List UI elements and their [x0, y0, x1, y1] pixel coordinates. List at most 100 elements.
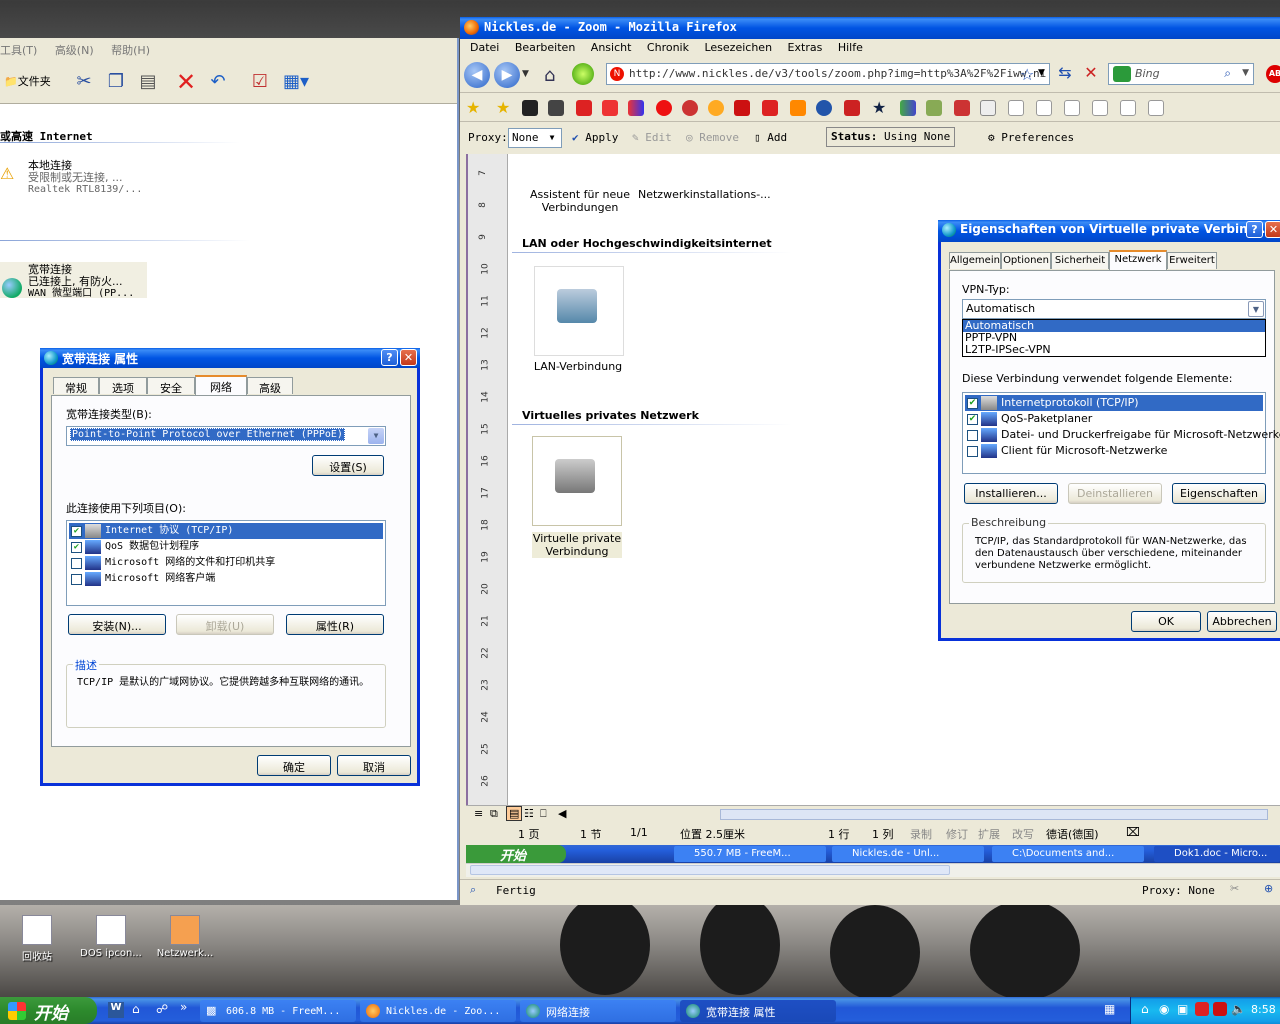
checkbox[interactable] — [71, 558, 82, 569]
folders-button[interactable]: 📁文件夹 — [0, 70, 60, 94]
url-input[interactable]: N http://www.nickles.de/v3/tools/zoom.ph… — [606, 63, 1050, 85]
dropdown-option[interactable]: L2TP-IPSec-VPN — [963, 344, 1265, 356]
status-rec[interactable]: 录制 — [910, 826, 932, 842]
bookmark-icon[interactable] — [628, 100, 644, 116]
go-icon[interactable]: ⇆ — [1054, 63, 1076, 85]
ok-button[interactable]: 确定 — [257, 755, 331, 776]
tab-netzwerk[interactable]: Netzwerk — [1109, 250, 1167, 270]
bookmark-icon[interactable] — [708, 100, 724, 116]
tray-icon[interactable]: ▣ — [1177, 1002, 1188, 1016]
outline-view-icon[interactable]: ☷ — [524, 807, 534, 820]
adobe-icon[interactable] — [1213, 1002, 1227, 1016]
start-button[interactable]: 开始 — [0, 997, 97, 1024]
word-quicklaunch-icon[interactable]: W — [108, 1002, 124, 1018]
menu-ansicht[interactable]: Ansicht — [591, 41, 632, 54]
home-icon[interactable]: ⌂ — [544, 65, 555, 86]
quicklaunch-more-icon[interactable]: » — [180, 1000, 187, 1014]
proxy-select[interactable]: None ▼ — [508, 128, 562, 148]
clock[interactable]: 8:58 — [1251, 1003, 1276, 1016]
bookmark-icon[interactable]: ★ — [872, 100, 888, 116]
close-icon[interactable]: ✕ — [1265, 221, 1280, 238]
scroll-thumb[interactable] — [470, 865, 950, 875]
copy-icon[interactable]: ❐ — [104, 70, 128, 94]
bookmark-icon[interactable] — [576, 100, 592, 116]
network-quicklaunch-icon[interactable]: ⌂ — [132, 1002, 148, 1018]
ok-button[interactable]: OK — [1131, 611, 1201, 632]
print-view-icon[interactable]: ▤ — [506, 806, 523, 821]
install-button[interactable]: Installieren... — [964, 483, 1058, 504]
bookmarks-star-icon[interactable]: ★ — [466, 100, 482, 116]
checkbox[interactable]: ✔ — [71, 542, 82, 553]
status-trk[interactable]: 修订 — [946, 826, 968, 842]
task-freemem[interactable]: ▩ 606.8 MB - FreeM... — [200, 1000, 356, 1022]
checkbox[interactable]: ✔ — [967, 398, 978, 409]
list-item[interactable]: ✔ Internet 协议 (TCP/IP) — [69, 523, 383, 539]
history-dropdown-icon[interactable]: ▼ — [522, 69, 529, 79]
views-icon[interactable]: ▦▾ — [280, 70, 312, 94]
checkbox[interactable] — [71, 574, 82, 585]
menu-bearbeiten[interactable]: Bearbeiten — [515, 41, 575, 54]
scroll-left-icon[interactable]: ◀ — [558, 807, 566, 820]
page-icon[interactable] — [1036, 100, 1052, 116]
menu-extras[interactable]: Extras — [788, 41, 823, 54]
wizard-caption[interactable]: Assistent für neue Verbindungen — [530, 188, 630, 214]
settings-button[interactable]: 设置(S) — [312, 455, 384, 476]
tab-general[interactable]: 常规 — [53, 377, 99, 395]
list-item[interactable]: Client für Microsoft-Netzwerke — [965, 443, 1263, 459]
close-icon[interactable]: ✕ — [400, 349, 417, 366]
install-button[interactable]: 安装(N)... — [68, 614, 166, 635]
bookmark-icon[interactable] — [790, 100, 806, 116]
zoom-icon[interactable]: ⊕ — [1264, 882, 1273, 895]
search-engine-dropdown-icon[interactable]: ▼ — [1242, 68, 1249, 78]
tab-allgemein[interactable]: Allgemein — [949, 252, 1001, 269]
bookmark-icon[interactable] — [954, 100, 970, 116]
menu-help[interactable]: 帮助(H) — [111, 44, 150, 57]
connection-type-select[interactable]: Point-to-Point Protocol over Ethernet (P… — [66, 426, 386, 446]
network-tray-icon[interactable]: ⌂ — [1141, 1002, 1149, 1016]
cancel-button[interactable]: 取消 — [337, 755, 411, 776]
lan-caption[interactable]: LAN-Verbindung — [528, 360, 628, 373]
desktop-icon-dos-doc[interactable]: DOS ipcon... — [78, 915, 144, 959]
list-item[interactable]: ✔ QoS 数据包计划程序 — [69, 539, 383, 555]
tab-optionen[interactable]: Optionen — [1001, 252, 1051, 269]
keyboard-icon[interactable]: ▦ — [1104, 1002, 1115, 1016]
stop-icon[interactable]: ✕ — [1080, 63, 1102, 85]
bookmark-icon[interactable] — [980, 100, 996, 116]
list-item[interactable]: Microsoft 网络客户端 — [69, 571, 383, 587]
spelling-icon[interactable]: ⌧ — [1126, 825, 1140, 839]
menu-advanced[interactable]: 高级(N) — [55, 44, 94, 57]
bookmark-star-plus-icon[interactable]: ★ — [496, 100, 512, 116]
tab-network[interactable]: 网络 — [195, 375, 247, 395]
volume-icon[interactable]: 🔈 — [1231, 1002, 1246, 1016]
antivirus-icon[interactable] — [1195, 1002, 1209, 1016]
desktop-icon-recycle-bin[interactable]: 回收站 — [4, 915, 70, 963]
task-broadband-properties[interactable]: 宽带连接 属性 — [680, 1000, 836, 1022]
tab-security[interactable]: 安全 — [147, 377, 195, 395]
page-icon[interactable] — [1148, 100, 1164, 116]
tray-icon[interactable]: ◉ — [1159, 1002, 1169, 1016]
reading-view-icon[interactable]: ⎕ — [540, 807, 547, 821]
web-view-icon[interactable]: ⧉ — [490, 807, 498, 821]
list-item[interactable]: ✔ Internetprotokoll (TCP/IP) — [965, 395, 1263, 411]
bookmark-icon[interactable] — [900, 100, 916, 116]
properties-button[interactable]: Eigenschaften — [1172, 483, 1266, 504]
menu-lesezeichen[interactable]: Lesezeichen — [704, 41, 772, 54]
connect-quicklaunch-icon[interactable]: ☍ — [156, 1002, 172, 1018]
page-icon[interactable] — [1092, 100, 1108, 116]
bookmark-icon[interactable] — [548, 100, 564, 116]
desktop-icon-netzwerk[interactable]: Netzwerk... — [152, 915, 218, 959]
bookmark-star-icon[interactable]: ☆ — [1020, 65, 1034, 84]
tab-advanced[interactable]: 高级 — [247, 377, 293, 395]
menu-tools[interactable]: 工具(T) — [0, 44, 37, 57]
checkbox[interactable] — [967, 430, 978, 441]
bookmark-icon[interactable] — [734, 100, 750, 116]
network-setup-caption[interactable]: Netzwerkinstallations-... — [638, 188, 771, 201]
bookmark-icon[interactable] — [656, 100, 672, 116]
list-item[interactable]: Microsoft 网络的文件和打印机共享 — [69, 555, 383, 571]
back-icon[interactable]: ◀ — [464, 62, 490, 88]
checkbox[interactable]: ✔ — [71, 526, 82, 537]
task-network-connections[interactable]: 网络连接 — [520, 1000, 676, 1022]
reload-icon[interactable] — [572, 63, 594, 85]
preferences-button[interactable]: ⚙ Preferences — [988, 131, 1074, 144]
connection-broadband[interactable]: 宽带连接 已连接上, 有防火... WAN 微型端口 (PP... — [0, 262, 147, 299]
